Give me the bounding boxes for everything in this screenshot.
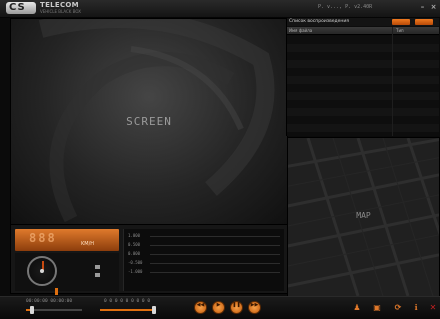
playlist-row[interactable]: [287, 84, 439, 92]
compass-center: [40, 269, 44, 273]
playlist-row[interactable]: [287, 44, 439, 52]
logo-mark: CS: [9, 2, 26, 13]
close-window-button[interactable]: ×: [429, 3, 438, 12]
telemetry-panel: 888 KM/H 1.000 0.500 0.000 -0.500 -1.000: [10, 224, 288, 294]
video-screen[interactable]: SCREEN: [10, 18, 288, 225]
person-button[interactable]: ♟: [352, 303, 362, 313]
fast-forward-icon: ▶▶: [250, 302, 259, 308]
pause-icon: ❚❚: [232, 302, 241, 308]
close-app-button[interactable]: ✕: [428, 303, 438, 313]
playlist-row[interactable]: [287, 124, 439, 132]
logo-text: TELECOM: [40, 1, 79, 9]
playlist-row[interactable]: [287, 92, 439, 100]
playlist-open-folder-button[interactable]: [415, 19, 433, 25]
title-bar: CS TELECOM VEHICLE BLACK BOX P. v..., P.…: [0, 0, 440, 18]
speed-value: 888: [29, 231, 57, 245]
pause-button[interactable]: ❚❚: [230, 301, 243, 314]
logo: CS: [6, 2, 36, 14]
g-sensor-gridline: [150, 254, 280, 255]
refresh-icon: ⟳: [394, 303, 402, 312]
playlist-column-header: Имя файла Тип: [287, 27, 439, 35]
play-icon: ▶: [216, 302, 221, 308]
map-panel[interactable]: MAP: [287, 137, 440, 297]
rewind-icon: ◀◀: [196, 302, 205, 308]
volume-slider-knob[interactable]: [152, 306, 156, 314]
column-file-name[interactable]: Имя файла: [289, 28, 312, 33]
minimize-button[interactable]: –: [418, 3, 427, 12]
camera-button[interactable]: ▣: [372, 303, 382, 313]
gps-indicator-icon: [95, 265, 100, 269]
g-sensor-graph: 1.000 0.500 0.000 -0.500 -1.000: [123, 229, 284, 291]
playlist-delete-button[interactable]: [392, 19, 410, 25]
playlist-row[interactable]: [287, 36, 439, 44]
total-time: 0 0 0 0 0 0 0 0 0: [104, 299, 151, 304]
control-bar: 00:00:00 00:00:00 0 0 0 0 0 0 0 0 0 ◀◀ ▶…: [0, 296, 440, 319]
version-label: P. v..., P. v2.40R: [318, 4, 373, 10]
refresh-button[interactable]: ⟳: [393, 303, 403, 313]
seek-marker[interactable]: [55, 288, 58, 295]
playlist-panel: Список воспроизведения Имя файла Тип: [286, 18, 439, 136]
screen-label: SCREEN: [126, 115, 172, 128]
logo-subtitle: VEHICLE BLACK BOX: [40, 9, 81, 14]
info-button[interactable]: ℹ: [411, 303, 421, 313]
fast-forward-button[interactable]: ▶▶: [248, 301, 261, 314]
g-sensor-label: 0.000: [128, 251, 141, 256]
g-sensor-gridline: [150, 245, 280, 246]
speed-unit: KM/H: [81, 241, 95, 247]
playlist-row[interactable]: [287, 60, 439, 68]
g-sensor-label: -1.000: [128, 269, 143, 274]
person-icon: ♟: [353, 303, 361, 312]
playlist-row[interactable]: [287, 68, 439, 76]
close-icon: ✕: [429, 303, 437, 312]
playlist-row[interactable]: [287, 116, 439, 124]
compass-icon: [27, 256, 57, 286]
speedometer: 888 KM/H: [15, 229, 119, 251]
g-sensor-label: 1.000: [128, 233, 141, 238]
playlist-row[interactable]: [287, 100, 439, 108]
g-sensor-gridline: [150, 236, 280, 237]
seek-slider-knob[interactable]: [30, 306, 34, 314]
playlist-row[interactable]: [287, 108, 439, 116]
g-sensor-gridline: [150, 263, 280, 264]
current-time: 00:00:00 00:00:00: [26, 299, 73, 304]
play-button[interactable]: ▶: [212, 301, 225, 314]
playlist-header: Список воспроизведения: [287, 18, 439, 26]
signal-indicator-icon: [95, 273, 100, 277]
volume-slider-fill: [100, 309, 154, 311]
playlist-title: Список воспроизведения: [289, 19, 350, 24]
column-type[interactable]: Тип: [396, 28, 404, 33]
g-sensor-label: 0.500: [128, 242, 141, 247]
g-sensor-label: -0.500: [128, 260, 143, 265]
info-icon: ℹ: [414, 303, 418, 312]
seek-slider-track[interactable]: [26, 309, 82, 311]
g-sensor-gridline: [150, 272, 280, 273]
camera-icon: ▣: [373, 303, 381, 312]
playlist-row[interactable]: [287, 76, 439, 84]
rewind-button[interactable]: ◀◀: [194, 301, 207, 314]
map-label: MAP: [356, 211, 371, 220]
playlist-row[interactable]: [287, 52, 439, 60]
gps-panel: [15, 253, 119, 291]
playlist-column-divider: [392, 27, 393, 136]
